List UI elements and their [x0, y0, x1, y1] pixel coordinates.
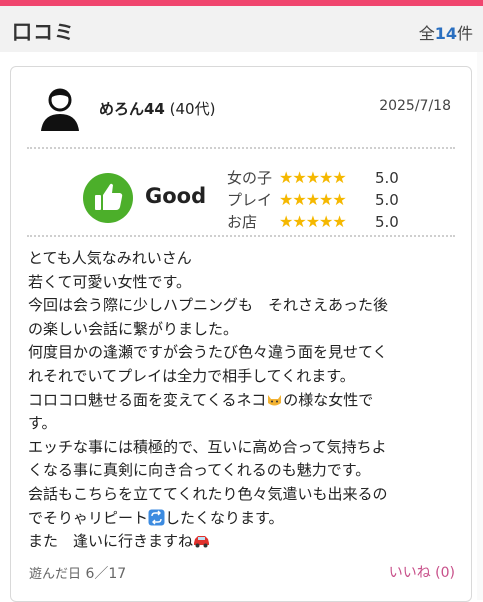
like-label: いいね	[388, 565, 431, 581]
review-line: 若くて可愛い女性です。	[28, 272, 192, 291]
star-icon: ★	[292, 168, 306, 187]
like-button[interactable]: いいね (0)	[389, 562, 455, 582]
review-line: す。	[28, 414, 57, 433]
review-line-part: コロコロ魅せる面を変えてくるネコ	[28, 390, 267, 409]
visited-date: 遊んだ日 6／17	[29, 563, 126, 583]
review-line: れそれでいてプレイは全力で相手してくれます。	[28, 366, 355, 385]
review-line: でそりゃリピート したくなります。	[28, 507, 458, 531]
star-icon: ★	[332, 168, 346, 187]
visited-label: 遊んだ日	[29, 567, 82, 582]
star-icon: ★	[305, 212, 320, 231]
rating-score: 5.0	[375, 213, 399, 231]
star-icon: ★	[292, 212, 306, 231]
review-line-part: したくなります。	[165, 508, 284, 527]
rating-label: お店	[227, 213, 258, 231]
star-rating: ★★★★★	[279, 190, 371, 209]
review-card: めろん44 (40代) 2025/7/18 Good 女の子 ★★★★★ 5.0 プレ…	[10, 66, 472, 602]
rating-label: プレイ	[227, 191, 273, 209]
review-line: エッチな事には積極的で、互いに高め合って気持ちよ	[28, 437, 387, 456]
review-line: とても人気なみれいさん	[28, 249, 192, 267]
rating-score: 5.0	[375, 191, 399, 209]
star-icon: ★	[305, 190, 320, 209]
review-line: 会話もこちらを立ててくれたり色々気遣いも出来るの	[28, 484, 388, 503]
review-date: 2025/7/18	[379, 98, 451, 114]
rating-row: お店 ★★★★★ 5.0	[227, 211, 399, 233]
cat-face-icon	[268, 394, 282, 406]
rating-row: プレイ ★★★★★ 5.0	[227, 189, 399, 211]
star-icon: ★	[279, 168, 293, 187]
review-count[interactable]: 全14件	[419, 20, 473, 44]
review-line-part: でそりゃリピート	[28, 508, 149, 527]
car-icon	[194, 536, 210, 548]
star-rating: ★★★★★	[279, 168, 371, 187]
reviewer-info: めろん44 (40代)	[99, 98, 215, 119]
divider	[27, 147, 455, 149]
page-title: 口コミ	[12, 20, 75, 44]
review-line: 今回は会う際に少しハプニングも それさえあった後	[28, 296, 389, 315]
rating-label: 女の子	[227, 169, 273, 187]
star-rating: ★★★★★	[279, 212, 371, 231]
star-icon: ★	[279, 212, 293, 231]
section-header: 口コミ 全14件	[0, 6, 483, 52]
user-silhouette-icon	[41, 88, 79, 131]
verdict-label: Good	[145, 184, 207, 208]
review-line-part: また 逢いに行きますね	[28, 532, 194, 551]
star-icon: ★	[319, 190, 333, 209]
divider	[27, 235, 455, 237]
reviewer-age: (40代)	[169, 100, 216, 118]
review-line: また 逢いに行きますね	[28, 530, 458, 554]
review-line: の楽しい会話に繋がりました。	[28, 319, 239, 338]
star-icon: ★	[332, 212, 346, 231]
rating-row: 女の子 ★★★★★ 5.0	[227, 167, 399, 189]
star-icon: ★	[319, 168, 333, 187]
like-count: (0)	[435, 565, 455, 581]
rating-score: 5.0	[375, 169, 399, 187]
review-line: 何度目かの逢瀬ですが会うたび色々違う面を見せてく	[28, 343, 388, 362]
repeat-icon	[148, 509, 165, 526]
review-body: とても人気なみれいさん 若くて可愛い女性です。 今回は会う際に少しハプニングも …	[28, 247, 458, 554]
review-line: コロコロ魅せる面を変えてくるネコ の様な女性で	[28, 389, 458, 413]
star-icon: ★	[279, 190, 293, 209]
star-icon: ★	[292, 190, 306, 209]
review-count-prefix: 全	[418, 24, 435, 43]
review-line: くなる事に真剣に向き合ってくれるのも魅力です。	[28, 461, 371, 480]
review-count-suffix: 件	[456, 24, 473, 43]
star-icon: ★	[319, 212, 333, 231]
scrollbar[interactable]	[477, 52, 483, 600]
star-icon: ★	[305, 168, 320, 187]
review-count-number: 14	[434, 24, 457, 43]
thumbs-up-icon	[83, 173, 133, 223]
star-icon: ★	[332, 190, 346, 209]
review-line-part: の様な女性で	[283, 390, 374, 409]
visited-value: 6／17	[85, 566, 127, 582]
reviewer-name: めろん44	[99, 100, 165, 118]
